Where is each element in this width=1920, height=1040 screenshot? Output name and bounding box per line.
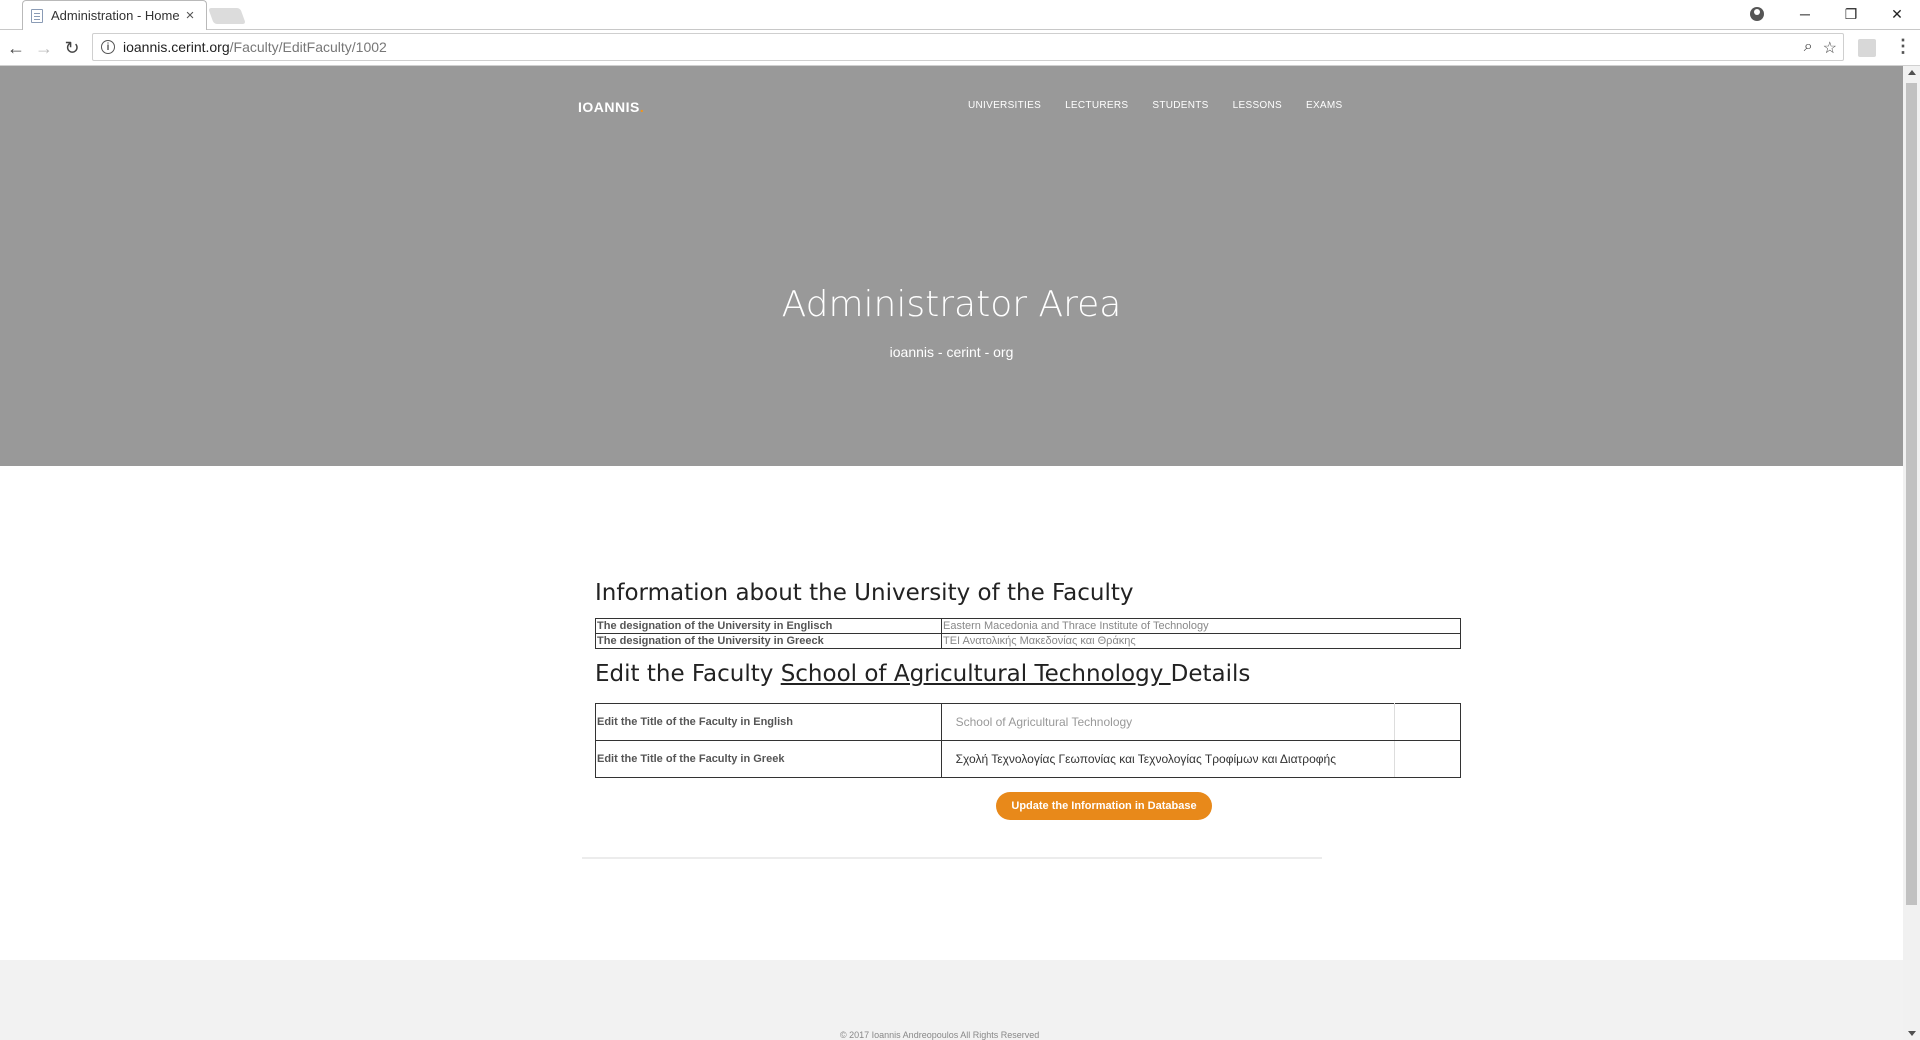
browser-tab-active[interactable]: Administration - Home - ×	[22, 0, 207, 30]
browser-menu-icon[interactable]: ⋮	[1894, 36, 1912, 57]
nav-universities[interactable]: UNIVERSITIES	[968, 100, 1041, 111]
faculty-english-cell	[940, 703, 1396, 741]
update-database-button[interactable]: Update the Information in Database	[996, 792, 1212, 820]
university-english-value: Eastern Macedonia and Thrace Institute o…	[941, 618, 1461, 634]
edit-faculty-table: Edit the Title of the Faculty in English…	[595, 703, 1461, 778]
site-logo[interactable]: IOANNIS.	[578, 99, 644, 115]
tab-title: Administration - Home -	[51, 8, 182, 23]
forward-icon[interactable]: →	[32, 36, 56, 60]
page-scrollbar[interactable]	[1903, 66, 1920, 1040]
hero-header: IOANNIS. UNIVERSITIES LECTURERS STUDENTS…	[0, 66, 1903, 466]
faculty-greek-cell	[940, 740, 1396, 778]
faculty-greek-input[interactable]	[941, 741, 1395, 777]
edit-faculty-heading: Edit the Faculty School of Agricultural …	[595, 661, 1461, 687]
page-viewport: IOANNIS. UNIVERSITIES LECTURERS STUDENTS…	[0, 66, 1903, 1040]
main-nav: UNIVERSITIES LECTURERS STUDENTS LESSONS …	[968, 100, 1343, 111]
footer-copyright: © 2017 Ioannis Andreopoulos All Rights R…	[840, 1030, 1040, 1040]
edit-heading-prefix: Edit the Faculty	[595, 661, 781, 687]
close-window-button[interactable]: ✕	[1874, 0, 1920, 28]
table-row: Edit the Title of the Faculty in Greek	[595, 740, 1461, 778]
faculty-name-link[interactable]: School of Agricultural Technology	[781, 661, 1171, 687]
page-title: Administrator Area	[781, 284, 1122, 325]
table-row: The designation of the University in Gre…	[595, 633, 1461, 649]
zoom-icon[interactable]: ⌕	[1804, 38, 1813, 58]
faculty-english-label: Edit the Title of the Faculty in English	[595, 703, 942, 741]
scroll-up-icon[interactable]	[1908, 70, 1916, 75]
university-english-label: The designation of the University in Eng…	[595, 618, 942, 634]
scroll-thumb[interactable]	[1906, 83, 1917, 905]
browser-tabstrip: Administration - Home - × ─ ❐ ✕	[0, 0, 1920, 30]
nav-exams[interactable]: EXAMS	[1306, 100, 1343, 111]
address-bar[interactable]: i ioannis.cerint.org /Faculty/EditFacult…	[92, 33, 1844, 61]
site-info-icon[interactable]: i	[101, 40, 115, 54]
faculty-greek-label: Edit the Title of the Faculty in Greek	[595, 740, 942, 778]
window-controls: ─ ❐ ✕	[1750, 0, 1920, 28]
page-favicon-icon	[31, 8, 43, 23]
table-row: The designation of the University in Eng…	[595, 618, 1461, 634]
page-footer: © 2017 Ioannis Andreopoulos All Rights R…	[0, 960, 1903, 1040]
tab-close-icon[interactable]: ×	[182, 7, 198, 24]
brand-text: IOANNIS	[578, 99, 640, 115]
url-path: /Faculty/EditFaculty/1002	[229, 39, 387, 55]
scroll-down-icon[interactable]	[1908, 1031, 1916, 1036]
university-info-heading: Information about the University of the …	[595, 580, 1134, 606]
bookmark-star-icon[interactable]: ☆	[1823, 38, 1837, 58]
restore-button[interactable]: ❐	[1828, 0, 1874, 28]
faculty-english-extra-cell	[1394, 703, 1461, 741]
new-tab-button[interactable]	[208, 8, 246, 24]
university-greek-label: The designation of the University in Gre…	[595, 633, 942, 649]
section-divider	[582, 857, 1322, 859]
url-host: ioannis.cerint.org	[123, 39, 230, 55]
nav-lecturers[interactable]: LECTURERS	[1065, 100, 1128, 111]
university-info-table: The designation of the University in Eng…	[595, 618, 1461, 649]
main-content: Information about the University of the …	[595, 580, 1461, 820]
extension-icon[interactable]	[1858, 39, 1876, 57]
reload-icon[interactable]: ↻	[60, 36, 84, 60]
nav-lessons[interactable]: LESSONS	[1233, 100, 1282, 111]
back-icon[interactable]: ←	[4, 36, 28, 60]
profile-icon[interactable]	[1750, 7, 1764, 21]
page-subtitle: ioannis - cerint - org	[889, 344, 1014, 360]
faculty-english-input[interactable]	[941, 704, 1395, 740]
browser-toolbar: ← → ↻ i ioannis.cerint.org /Faculty/Edit…	[0, 30, 1920, 66]
brand-dot: .	[639, 99, 645, 115]
table-row: Edit the Title of the Faculty in English	[595, 703, 1461, 741]
faculty-greek-extra-cell	[1394, 740, 1461, 778]
minimize-button[interactable]: ─	[1782, 0, 1828, 28]
university-greek-value: ΤΕΙ Ανατολικής Μακεδονίας και Θράκης	[941, 633, 1461, 649]
edit-heading-suffix: Details	[1170, 661, 1251, 687]
nav-students[interactable]: STUDENTS	[1152, 100, 1208, 111]
